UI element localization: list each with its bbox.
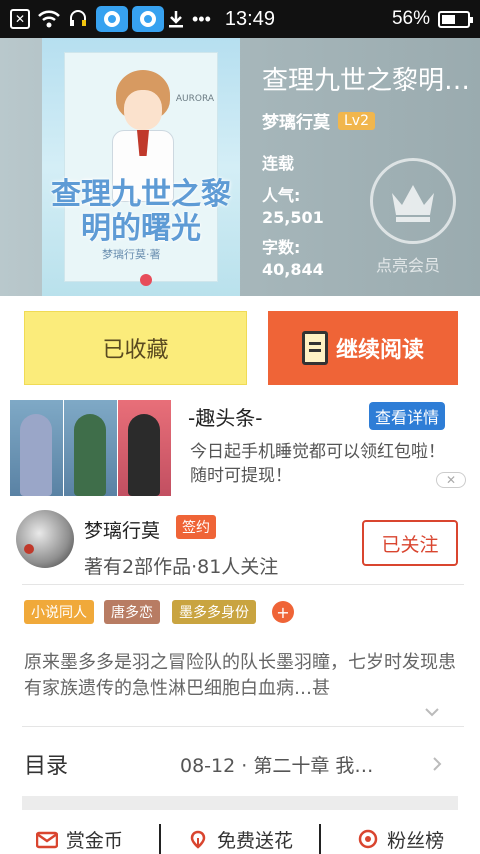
cover-brand: AURORA — [175, 94, 214, 104]
eye-app-icon — [96, 6, 128, 32]
cover-author: 梦璃行莫·著 — [102, 248, 161, 261]
download-icon — [168, 10, 184, 28]
signed-badge: 签约 — [176, 515, 216, 539]
add-tag-button[interactable]: + — [272, 601, 294, 623]
toc-label: 目录 — [24, 754, 69, 779]
wifi-icon — [38, 10, 60, 28]
battery-icon — [438, 10, 473, 28]
table-of-contents-row[interactable]: 目录 08-12 · 第二十章 我… — [24, 744, 444, 784]
cover-character-face — [124, 90, 162, 130]
cover-flower — [140, 274, 152, 286]
fan-ranking-label: 粉丝榜 — [387, 829, 445, 852]
more-dots-icon: ••• — [192, 8, 211, 29]
synopsis[interactable]: 原来墨多多是羽之冒险队的队长墨羽瞳，七岁时发现患有家族遗传的急性淋巴细胞白血病…… — [24, 650, 462, 702]
book-header: AURORA 查理九世之黎明的曙光 梦璃行莫·著 查理九世之黎明… 梦璃行莫 L… — [0, 38, 480, 296]
crown-icon — [392, 185, 434, 222]
continue-reading-button[interactable]: 继续阅读 — [268, 311, 458, 385]
book-title: 查理九世之黎明… — [262, 66, 471, 96]
ad-image-tile — [64, 400, 117, 496]
popularity-label: 人气: — [262, 186, 301, 205]
envelope-icon — [35, 831, 58, 849]
vip-label[interactable]: 点亮会员 — [376, 252, 440, 276]
ad-description[interactable]: 今日起手机睡觉都可以领红包啦！随时可提现！ — [190, 440, 454, 488]
favorited-button[interactable]: 已收藏 — [24, 311, 247, 385]
reward-bar: 赏金币 免费送花 粉丝榜 — [0, 824, 480, 854]
popularity-value: 25,501 — [262, 208, 324, 227]
word-count-value: 40,844 — [262, 260, 324, 279]
ranking-icon — [358, 829, 378, 849]
tip-coins-label: 赏金币 — [65, 829, 123, 852]
book-cover[interactable]: AURORA 查理九世之黎明的曙光 梦璃行莫·著 — [42, 38, 240, 296]
author-name[interactable]: 梦璃行莫 — [262, 108, 330, 133]
sim-blocked-icon: ✕ — [10, 9, 30, 29]
section-separator — [22, 796, 458, 810]
ad-close-button[interactable]: ✕ — [436, 472, 466, 488]
book-icon — [301, 331, 328, 365]
author-avatar[interactable] — [16, 510, 74, 568]
continue-reading-label: 继续阅读 — [335, 338, 424, 363]
author-stats: 著有2部作品·81人关注 — [84, 556, 279, 578]
author-line: 梦璃行莫 Lv2 — [262, 108, 375, 133]
fan-ranking-button[interactable]: 粉丝榜 — [321, 824, 480, 854]
word-count-label: 字数: — [262, 238, 301, 257]
headset-icon — [68, 9, 88, 29]
author-card-name[interactable]: 梦璃行莫 — [84, 516, 160, 543]
level-badge: Lv2 — [338, 111, 375, 130]
chevron-right-icon — [433, 757, 442, 771]
follow-button[interactable]: 已关注 — [362, 520, 458, 566]
battery-level — [442, 14, 455, 24]
ad-image[interactable] — [10, 400, 172, 496]
tip-coins-button[interactable]: 赏金币 — [0, 824, 161, 854]
detail-sheet: 已收藏 继续阅读 -趣头条- 查看详情 今日起手机睡觉都可以领红包啦！随时可提现… — [0, 296, 480, 854]
tag-chip[interactable]: 墨多多身份 — [172, 600, 256, 624]
tag-chip[interactable]: 唐多恋 — [104, 600, 160, 624]
latest-chapter: 08-12 · 第二十章 我… — [180, 754, 374, 777]
send-flower-label: 免费送花 — [217, 829, 294, 852]
ad-detail-button[interactable]: 查看详情 — [369, 402, 446, 430]
clock: 13:49 — [224, 7, 275, 30]
tag-chip[interactable]: 小说同人 — [24, 600, 94, 624]
serial-status: 连载 — [262, 154, 295, 173]
battery-percent: 56% — [391, 8, 430, 29]
ad-image-tile — [118, 400, 171, 496]
cover-title: 查理九世之黎明的曙光 — [51, 177, 231, 246]
ad-image-tile — [10, 400, 63, 496]
chevron-down-icon[interactable] — [424, 704, 440, 720]
divider — [22, 584, 464, 585]
status-bar: ✕ ••• 13:49 56% — [0, 0, 480, 38]
vip-button[interactable] — [370, 158, 456, 244]
flower-icon — [190, 830, 206, 849]
send-flower-button[interactable]: 免费送花 — [161, 824, 322, 854]
eye-app-icon — [132, 6, 164, 32]
ad-title[interactable]: -趣头条- — [188, 402, 262, 431]
divider — [22, 726, 464, 727]
